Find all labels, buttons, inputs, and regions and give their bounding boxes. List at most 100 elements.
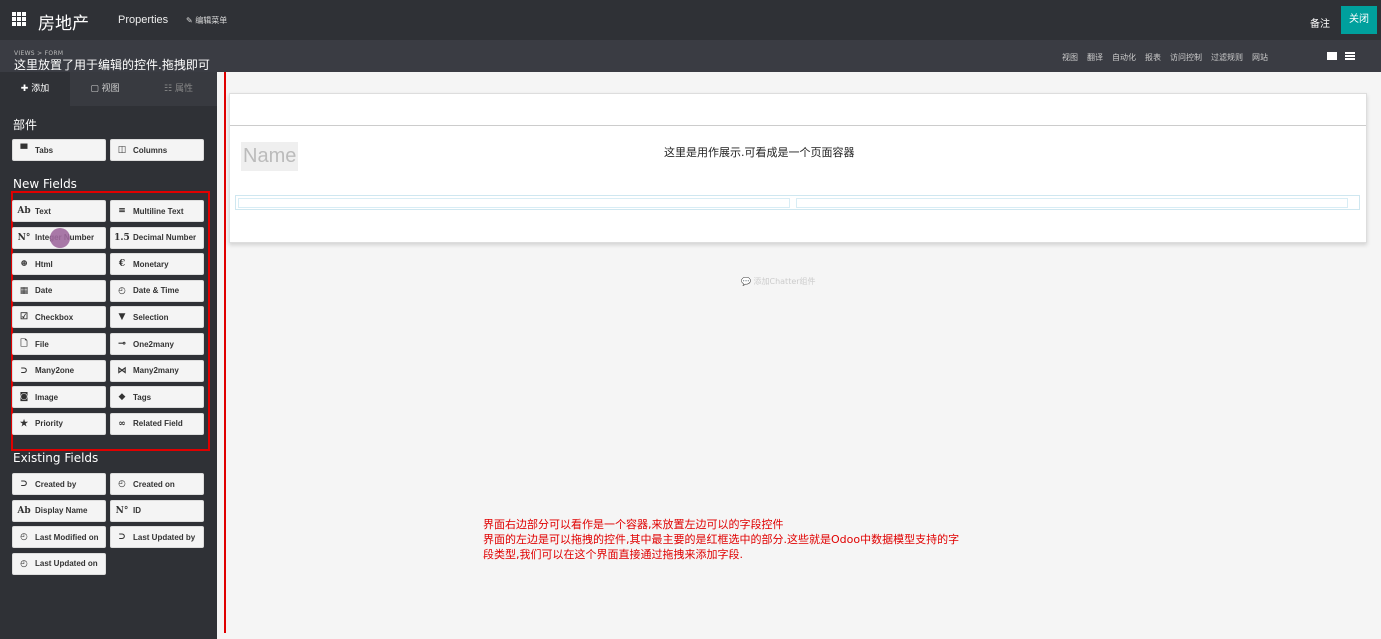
tab-add[interactable]: ✚ 添加 [0,72,70,106]
created-on-icon: ◴ [118,479,126,489]
related-field-icon: ∞ [118,418,126,429]
one2many-icon: ⊸ [118,339,126,349]
field-created-on[interactable]: ◴ Created on [110,473,204,495]
field-label: Tags [133,392,152,402]
field-many2one[interactable]: ⊃ Many2one [12,359,106,382]
field-label: Monetary [133,259,169,269]
created-by-icon: ⊃ [20,479,28,489]
studio-toolbar: VIEWS > FORM 这里放置了用于编辑的控件.拖拽即可 视图 翻译 自动化… [0,40,1381,72]
field-created-by[interactable]: ⊃ Created by [12,473,106,495]
group-column-right[interactable] [796,198,1348,208]
menu-item-automation[interactable]: 自动化 [1112,52,1136,63]
field-label: One2many [133,339,174,349]
field-label: Multiline Text [133,206,184,216]
display-name-icon: Ab [17,505,31,516]
group-column-left[interactable] [238,198,790,208]
annotation-line: 界面的左边是可以拖拽的控件,其中最主要的是红框选中的部分.这些就是Odoo中数据… [483,533,960,546]
field-html[interactable]: ⊕ Html [12,253,106,276]
field-label: Selection [133,312,169,322]
field-multiline-text[interactable]: ≡ Multiline Text [110,200,204,222]
date-icon: ▦ [19,285,29,296]
integer-number-icon: N° [17,232,31,243]
field-priority[interactable]: ★ Priority [12,412,106,435]
field-id[interactable]: N° ID [110,499,204,522]
form-sheet[interactable]: Name 这里是用作展示.可看成是一个页面容器 [229,93,1367,243]
menu-item-reports[interactable]: 报表 [1145,52,1161,63]
form-view-icon[interactable] [1327,52,1337,60]
app-title[interactable]: 房地产 [38,9,89,34]
name-field[interactable]: Name [241,142,299,171]
field-label: Html [35,259,53,269]
field-one2many[interactable]: ⊸ One2many [110,333,204,355]
menu-item-access[interactable]: 访问控制 [1170,52,1202,63]
field-label: ID [133,506,141,516]
field-label: Date [35,286,53,296]
field-label: Related Field [133,419,183,429]
field-label: Many2one [35,366,75,376]
field-last-modified-on[interactable]: ◴ Last Modified on [12,526,106,549]
field-date[interactable]: ▦ Date [12,279,106,302]
apps-menu-icon[interactable] [12,12,26,26]
columns-icon: ◫ [117,145,127,155]
field-last-updated-on[interactable]: ◴ Last Updated on [12,552,106,575]
view-switcher [1327,52,1355,60]
field-label: Last Updated on [35,559,98,569]
field-label: Many2many [133,366,179,376]
field-text[interactable]: Ab Text [12,200,106,222]
form-group[interactable] [235,195,1360,210]
existing-fields-title: Existing Fields [13,451,99,465]
tabs-icon: ▀ [20,145,28,155]
last-modified-on-icon: ◴ [20,532,28,543]
drag-hint-text: 这里放置了用于编辑的控件.拖拽即可 [14,58,210,72]
field-last-updated-by[interactable]: ⊃ Last Updated by [110,526,204,549]
field-label: File [35,339,49,349]
annotation-line: 界面右边部分可以看作是一个容器,来放置左边可以的字段控件 [483,518,784,531]
component-columns[interactable]: ◫ Columns [110,139,204,161]
checkbox-icon: ☑ [19,312,29,323]
field-date-time[interactable]: ◴ Date & Time [110,279,204,302]
tab-properties[interactable]: ☷ 属性 [140,72,217,106]
priority-icon: ★ [19,418,29,429]
last-updated-on-icon: ◴ [20,558,28,569]
field-related-field[interactable]: ∞ Related Field [110,412,204,435]
menu-item-filters[interactable]: 过滤规则 [1211,52,1243,63]
menu-item-translate[interactable]: 翻译 [1087,52,1103,63]
annotation-divider-line [224,72,226,633]
annotation-text: 界面右边部分可以看作是一个容器,来放置左边可以的字段控件 界面的左边是可以拖拽的… [483,517,1083,562]
multiline-text-icon: ≡ [118,206,126,216]
tab-view[interactable]: ▢ 视图 [70,72,140,106]
field-label: Created by [35,479,77,489]
field-tags[interactable]: ◆ Tags [110,386,204,409]
menu-item-views[interactable]: 视图 [1062,52,1078,63]
many2one-icon: ⊃ [20,365,28,376]
field-checkbox[interactable]: ☑ Checkbox [12,306,106,329]
field-monetary[interactable]: € Monetary [110,253,204,276]
date-time-icon: ◴ [118,285,126,296]
field-label: Date & Time [133,286,180,296]
menu-item-website[interactable]: 网站 [1252,52,1268,63]
field-label: Display Name [35,506,88,516]
field-label: Text [35,206,51,216]
field-image[interactable]: ◙ Image [12,386,106,409]
field-many2many[interactable]: ⋈ Many2many [110,359,204,382]
field-selection[interactable]: ▼ Selection [110,306,204,329]
field-file[interactable]: 🗋 File [12,333,106,355]
text-icon: Ab [17,206,31,216]
id-icon: N° [115,505,129,516]
add-chatter-button[interactable]: 💬 添加Chatter组件 [741,276,816,287]
edit-menu-link[interactable]: ✎ 编辑菜单 [186,15,227,26]
container-note: 这里是用作展示.可看成是一个页面容器 [664,146,855,159]
parts-title: 部件 [13,118,38,132]
field-label: Last Modified on [35,532,99,542]
close-button[interactable]: 关闭 [1341,6,1377,34]
menu-properties[interactable]: Properties [118,14,168,26]
field-decimal-number[interactable]: 1.5 Decimal Number [110,226,204,249]
field-display-name[interactable]: Ab Display Name [12,499,106,522]
list-view-icon[interactable] [1345,52,1355,60]
annotation-line: 段类型,我们可以在这个界面直接通过拖拽来添加字段. [483,548,743,561]
component-tabs[interactable]: ▀ Tabs [12,139,106,161]
image-icon: ◙ [19,392,29,403]
form-header[interactable] [230,94,1366,126]
html-icon: ⊕ [20,259,28,270]
notes-link[interactable]: 备注 [1310,15,1330,30]
